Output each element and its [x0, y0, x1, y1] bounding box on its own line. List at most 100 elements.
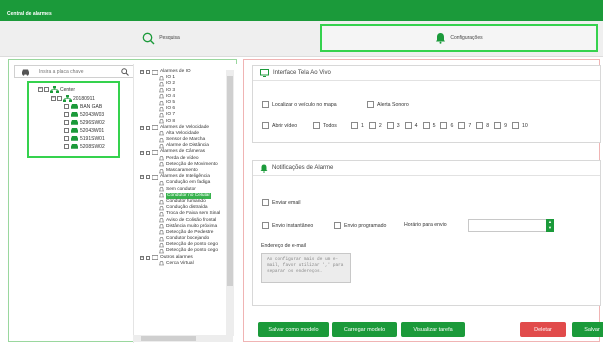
checkbox[interactable]	[458, 122, 466, 129]
alarm-bell-icon	[159, 100, 164, 106]
search-tab-button[interactable]: Pesquisa	[8, 24, 314, 52]
checkbox[interactable]	[57, 96, 62, 101]
config-tab-label: Configurações	[450, 35, 483, 41]
channel-option[interactable]: 2	[368, 122, 382, 129]
checkbox[interactable]	[146, 150, 150, 155]
checkbox[interactable]	[334, 222, 341, 229]
channel-option[interactable]: 1	[351, 122, 364, 129]
checkbox[interactable]	[44, 87, 49, 92]
vehicle-item[interactable]: BAN GAB	[64, 103, 102, 110]
checkbox[interactable]	[262, 199, 269, 206]
channel-label: 9	[504, 122, 508, 129]
delete-button[interactable]: Deletar	[520, 322, 566, 337]
collapse-icon[interactable]: −	[140, 255, 144, 260]
checkbox[interactable]	[64, 112, 69, 117]
checkbox[interactable]	[367, 101, 374, 108]
open-video-label: Abrir vídeo	[272, 122, 298, 129]
action-bar: Salvar como modelo Carregar modelo Visua…	[248, 320, 603, 342]
save-button[interactable]: Salvar	[572, 322, 603, 337]
channel-option[interactable]: 3	[386, 122, 400, 129]
instant-send-option[interactable]: Envio instantâneo	[262, 222, 313, 229]
checkbox[interactable]	[512, 122, 520, 129]
channel-option[interactable]: 10	[512, 122, 528, 129]
checkbox[interactable]	[64, 120, 69, 125]
load-model-button[interactable]: Carregar modelo	[332, 322, 397, 337]
tree-node-group[interactable]: − 20180911	[51, 95, 95, 102]
checkbox[interactable]	[404, 122, 412, 129]
checkbox[interactable]	[146, 255, 150, 260]
collapse-icon[interactable]: −	[140, 175, 144, 180]
scrollbar-thumb[interactable]	[141, 336, 196, 341]
send-email-option[interactable]: Enviar email	[262, 199, 301, 206]
checkbox[interactable]	[64, 128, 69, 133]
email-address-textarea[interactable]: Ao configurar mais de um e-mail, favor u…	[261, 253, 351, 283]
vehicle-item[interactable]: 5208SW02	[64, 143, 105, 150]
alarm-bell-icon	[159, 218, 164, 223]
alarm-bell-icon	[159, 205, 164, 211]
vehicle-item[interactable]: 5296SW02	[64, 119, 105, 126]
channel-option[interactable]: 8	[476, 122, 489, 129]
vertical-scrollbar[interactable]	[226, 70, 234, 336]
locate-vehicle-option[interactable]: Localizar o veículo no mapa	[262, 101, 337, 108]
magnifier-icon[interactable]	[121, 68, 129, 76]
collapse-icon[interactable]: −	[140, 70, 144, 75]
checkbox[interactable]	[368, 122, 376, 129]
schedule-time-input[interactable]: ▲ ▼	[468, 219, 554, 232]
car-icon	[71, 120, 78, 125]
channel-option[interactable]: 5	[422, 122, 435, 129]
save-model-button[interactable]: Salvar como modelo	[258, 322, 329, 337]
channel-option[interactable]: 6	[440, 122, 453, 129]
config-tab-button[interactable]: Configurações	[320, 24, 598, 52]
sound-alert-label: Alerta Sonoro	[377, 101, 409, 108]
collapse-icon[interactable]: −	[38, 87, 43, 92]
alarm-item[interactable]: Cerca Virtual	[134, 261, 230, 267]
checkbox[interactable]	[146, 125, 150, 130]
checkbox[interactable]	[440, 122, 448, 129]
checkbox[interactable]	[313, 122, 320, 129]
checkbox[interactable]	[494, 122, 502, 129]
checkbox[interactable]	[64, 136, 69, 141]
notifications-card-title: Notificações de Alarme	[272, 165, 334, 171]
collapse-icon[interactable]: −	[51, 96, 56, 101]
channel-option[interactable]: 9	[494, 122, 507, 129]
alarm-bell-icon	[159, 131, 164, 136]
alarm-bell-icon	[159, 180, 164, 186]
checkbox[interactable]	[351, 122, 358, 129]
all-channels-option[interactable]: Todos	[313, 122, 337, 129]
channel-label: 10	[522, 122, 528, 129]
alarm-bell-icon	[159, 88, 164, 93]
scheduled-send-option[interactable]: Envio programado	[334, 222, 386, 229]
bell-icon	[260, 164, 268, 173]
org-icon	[63, 95, 72, 102]
channel-option[interactable]: 4	[404, 122, 418, 129]
vehicle-item[interactable]: 52043W03	[64, 111, 104, 118]
vehicle-item[interactable]: 52043W01	[64, 127, 104, 134]
scrollbar-thumb[interactable]	[227, 76, 233, 286]
checkbox[interactable]	[476, 122, 484, 129]
checkbox[interactable]	[64, 104, 69, 109]
open-video-option[interactable]: Abrir vídeo	[262, 122, 297, 129]
checkbox[interactable]	[146, 70, 150, 75]
view-task-button[interactable]: Visualizar tarefa	[401, 322, 465, 337]
checkbox[interactable]	[262, 122, 269, 129]
checkbox[interactable]	[262, 222, 269, 229]
sound-alert-option[interactable]: Alerta Sonoro	[367, 101, 409, 108]
checkbox[interactable]	[64, 144, 69, 149]
vehicle-label: BAN GAB	[80, 103, 103, 110]
checkbox[interactable]	[386, 122, 394, 129]
horizontal-scrollbar[interactable]	[133, 335, 233, 342]
collapse-icon[interactable]: −	[140, 125, 144, 130]
instant-send-label: Envio instantâneo	[272, 222, 314, 229]
vehicle-item[interactable]: 5191SW01	[64, 135, 105, 142]
alarm-group-icon	[152, 255, 158, 261]
channel-options: 1 2 3 4 5 6 7 8 9 10	[351, 122, 528, 129]
checkbox[interactable]	[422, 122, 430, 129]
channel-option[interactable]: 7	[458, 122, 471, 129]
all-channels-label: Todos	[323, 122, 337, 129]
tree-node-root[interactable]: − Center	[38, 86, 75, 93]
time-spinner[interactable]: ▲ ▼	[546, 219, 554, 232]
collapse-icon[interactable]: −	[140, 150, 144, 155]
checkbox[interactable]	[262, 101, 269, 108]
checkbox[interactable]	[146, 175, 150, 180]
plate-search-input[interactable]	[39, 67, 119, 77]
